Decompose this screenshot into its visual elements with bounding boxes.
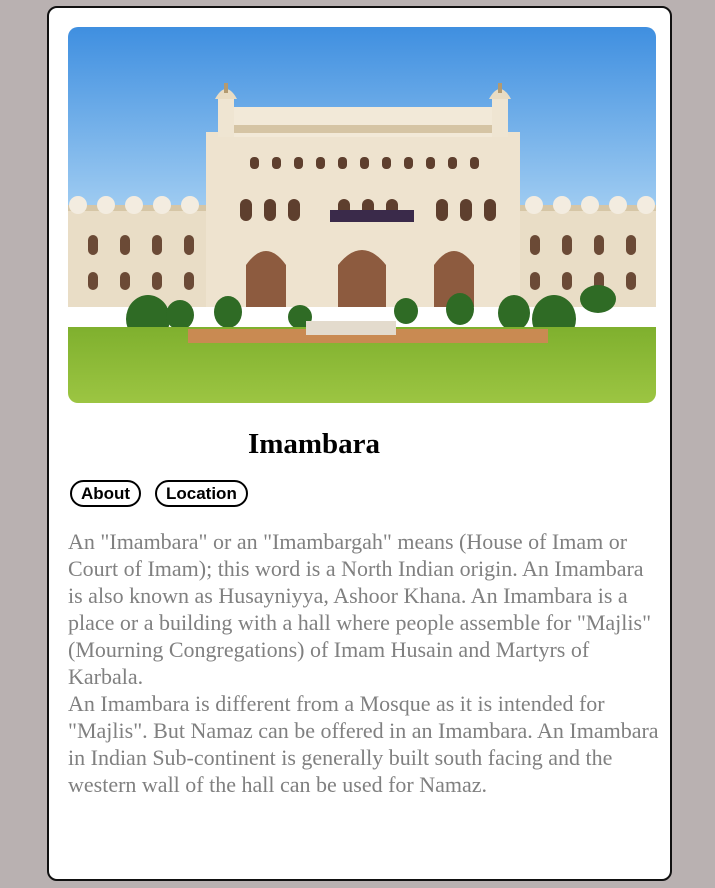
place-card: Imambara About Location An "Imambara" or…: [47, 6, 672, 881]
about-button[interactable]: About: [70, 480, 142, 507]
description-paragraph: An Imambara is different from a Mosque a…: [68, 691, 659, 797]
place-title: Imambara: [247, 428, 381, 460]
imambara-photo: [68, 27, 656, 403]
imambara-illustration: [68, 27, 656, 403]
place-description: An "Imambara" or an "Imambargah" means (…: [68, 528, 660, 798]
location-button[interactable]: Location: [155, 480, 248, 507]
description-paragraph: An "Imambara" or an "Imambargah" means (…: [68, 529, 652, 689]
